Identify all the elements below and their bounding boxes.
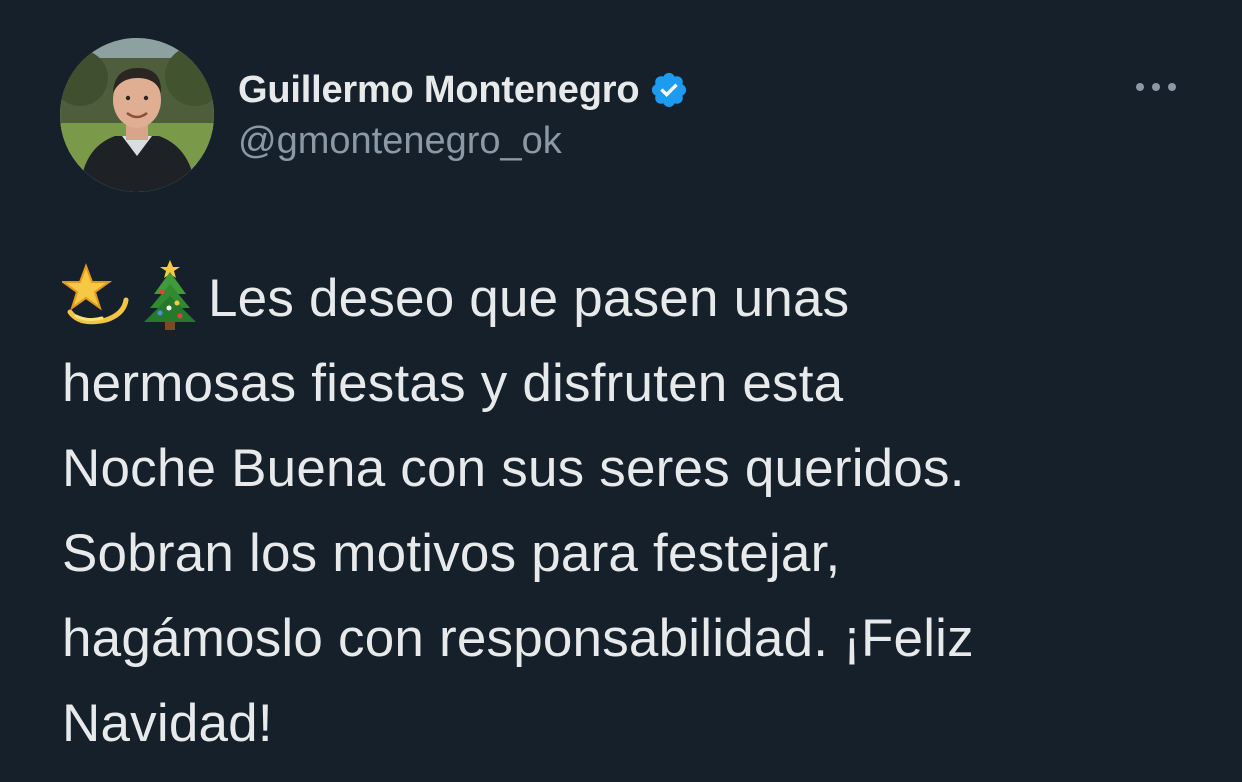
avatar[interactable] [60,38,214,192]
tweet-line-text: Les deseo que pasen unas [208,269,850,328]
tweet-line: hagámoslo con responsabilidad. ¡Feliz [62,609,974,668]
tweet-text: Les deseo que pasen unas hermosas fiesta… [59,256,1212,766]
tweet-line: Les deseo que pasen unas [59,256,1212,341]
tweet-line: Navidad! [62,694,273,753]
tweet-line: Noche Buena con sus seres queridos. [62,439,965,498]
user-handle[interactable]: @gmontenegro_ok [238,120,562,163]
author-name-row: Guillermo Montenegro [238,66,689,114]
tweet-line: hermosas fiestas y disfruten esta [62,354,844,413]
tweet-line: Sobran los motivos para festejar, [62,524,841,583]
more-options-button[interactable] [1128,72,1184,102]
tweet-card: Guillermo Montenegro @gmontenegro_ok Les… [0,0,1242,782]
avatar-photo [60,38,214,192]
display-name[interactable]: Guillermo Montenegro [238,69,640,112]
verified-badge-icon [649,70,689,110]
more-options-icon [1136,83,1176,91]
